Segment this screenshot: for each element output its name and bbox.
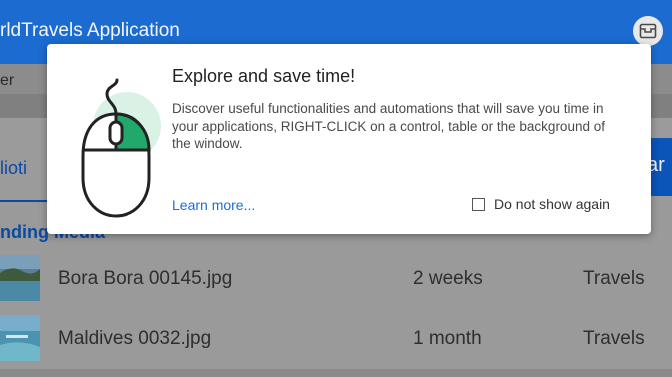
tab-library[interactable]: lioti — [0, 158, 27, 179]
archive-box-icon — [639, 23, 657, 39]
do-not-show-again-option[interactable]: Do not show again — [472, 196, 610, 212]
media-age: 1 month — [413, 328, 482, 349]
media-age: 2 weeks — [413, 268, 483, 289]
media-name: Bora Bora 00145.jpg — [58, 268, 233, 289]
app-title: rldTravels Application — [0, 20, 180, 41]
popup-description: Discover useful functionalities and auto… — [172, 101, 605, 151]
explore-tip-popup: Explore and save time! Discover useful f… — [47, 44, 651, 234]
do-not-show-again-checkbox[interactable] — [472, 197, 485, 211]
media-thumbnail — [0, 255, 40, 301]
learn-more-link[interactable]: Learn more... — [172, 197, 255, 213]
computer-mouse-icon — [81, 78, 161, 218]
popup-heading: Explore and save time! — [172, 66, 356, 86]
menu-item[interactable]: er — [0, 72, 14, 90]
media-category: Travels — [583, 268, 645, 289]
media-row[interactable]: Maldives 0032.jpg 1 month Travels — [0, 309, 672, 367]
bottom-border — [0, 369, 672, 377]
media-row[interactable]: Bora Bora 00145.jpg 2 weeks Travels — [0, 249, 672, 307]
do-not-show-again-label: Do not show again — [494, 196, 610, 212]
archive-box-button[interactable] — [633, 16, 663, 46]
media-name: Maldives 0032.jpg — [58, 328, 212, 349]
media-category: Travels — [583, 328, 645, 349]
media-thumbnail — [0, 315, 40, 361]
